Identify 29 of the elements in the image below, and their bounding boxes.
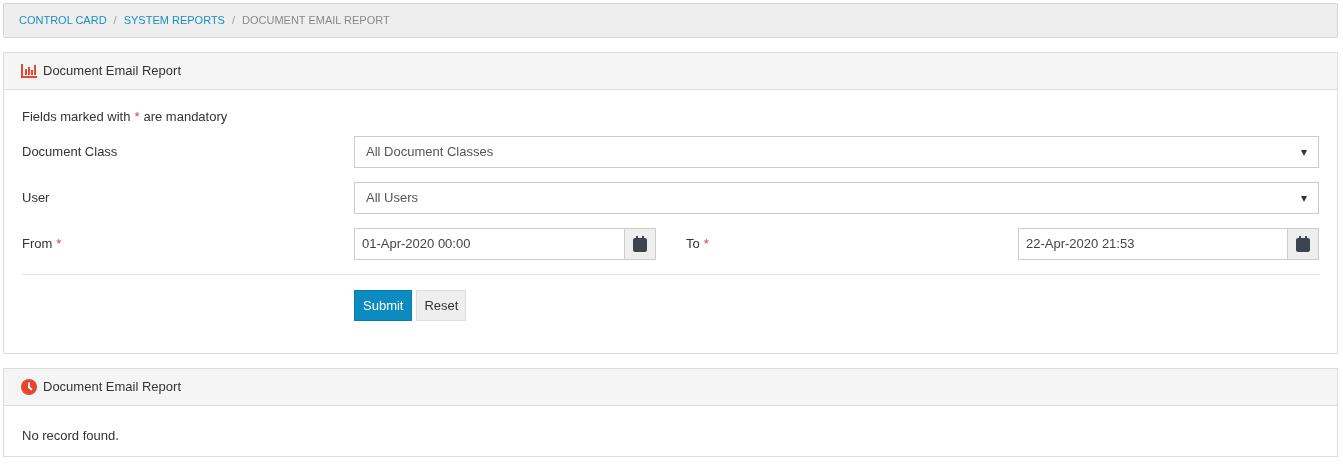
bar-chart-icon [21,64,37,78]
calendar-icon [633,236,647,252]
select-field[interactable]: All Document Classes ▾ [354,136,1319,168]
field-label: From [22,235,53,254]
calendar-button[interactable] [625,228,656,260]
field-label: Document Class [22,143,119,162]
calendar-icon [1296,236,1310,252]
caret-icon: ▾ [1301,143,1307,161]
panel-title: Document Email Report [43,62,181,81]
breadcrumb-separator: / [113,13,117,29]
caret-icon: ▾ [1301,189,1307,207]
panel-title: Document Email Report [43,378,181,397]
clock-icon [21,379,37,395]
mandatory-note: are mandatory [143,107,228,126]
submit-button[interactable]: Submit [354,290,413,321]
date-field[interactable]: 22-Apr-2020 21:53 [1018,228,1288,260]
required-mark: * [56,235,62,254]
date-field[interactable]: 01-Apr-2020 00:00 [354,228,625,260]
required-mark: * [134,107,140,126]
empty-message: No record found. [22,428,119,443]
breadcrumb-current: DOCUMENT EMAIL REPORT [242,13,390,29]
required-mark: * [703,235,709,254]
calendar-button[interactable] [1288,228,1319,260]
field-label: User [22,189,51,208]
mandatory-note: Fields marked with [22,107,131,126]
field-label: To [686,235,700,254]
breadcrumb-separator: / [231,13,235,29]
select-field[interactable]: All Users ▾ [354,182,1319,214]
reset-button[interactable]: Reset [416,290,467,321]
